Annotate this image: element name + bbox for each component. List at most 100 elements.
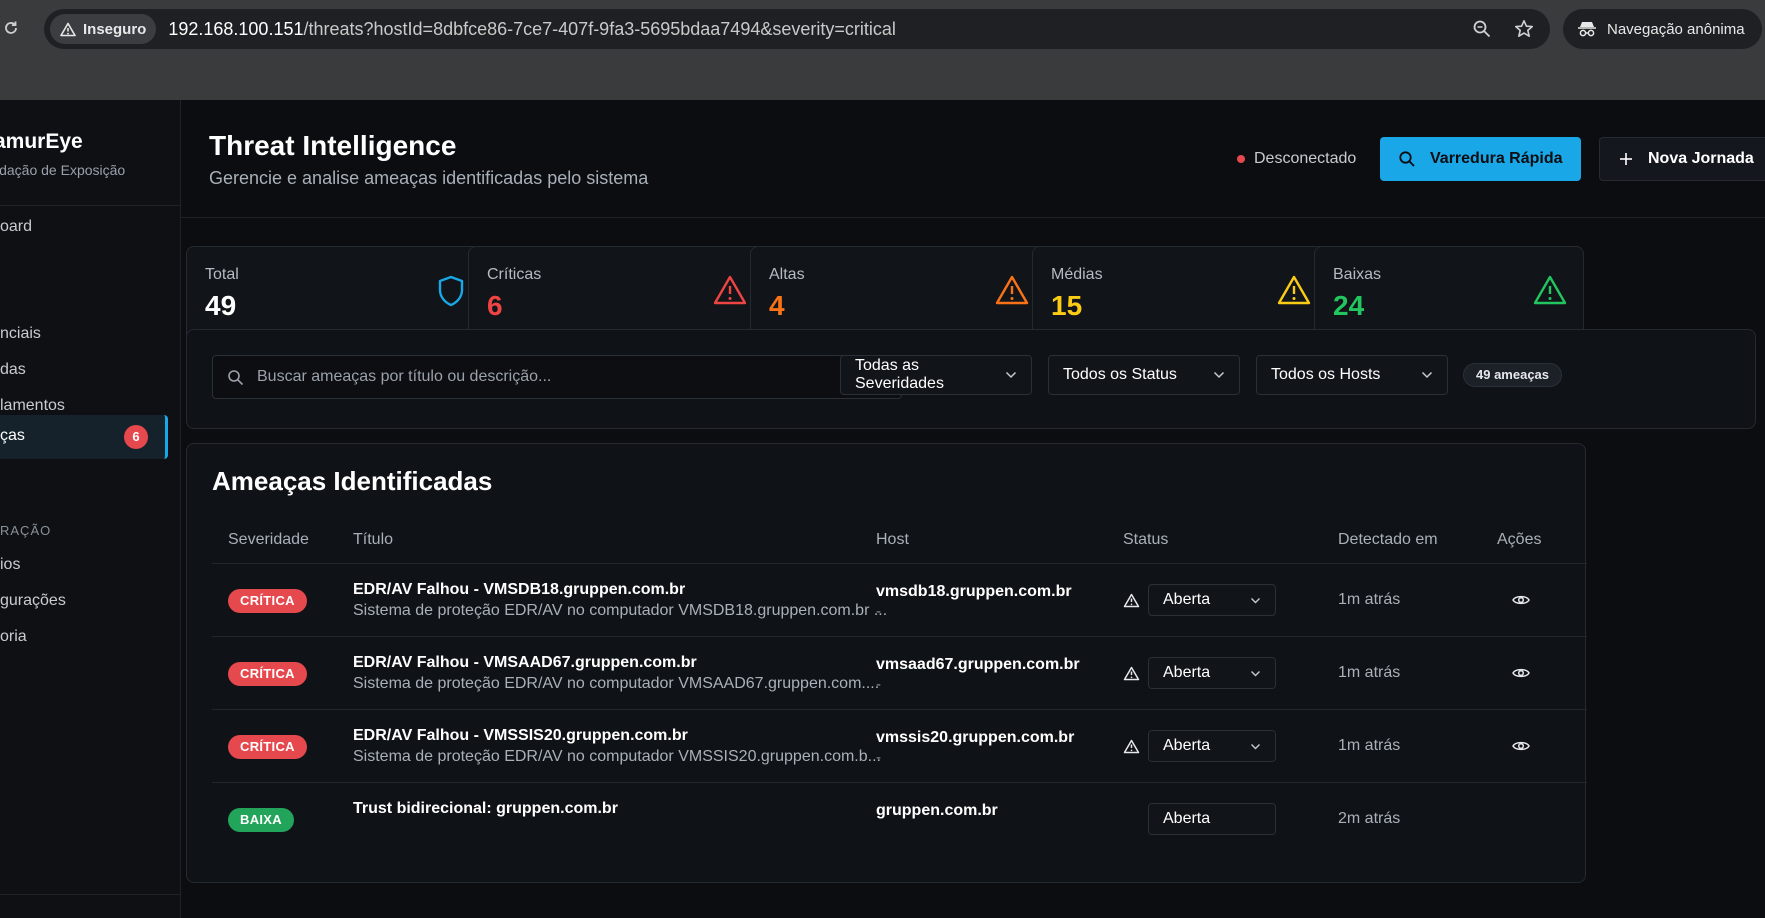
divider	[0, 894, 181, 895]
threat-host: gruppen.com.br	[876, 802, 998, 819]
column-header-severity[interactable]: Severidade	[228, 531, 309, 549]
incognito-icon	[1577, 20, 1597, 38]
brand-subtitle: idação de Exposição	[0, 162, 126, 178]
chevron-down-icon	[1250, 597, 1261, 604]
reload-icon[interactable]	[2, 19, 20, 37]
security-indicator[interactable]: Inseguro	[50, 14, 157, 44]
table-row[interactable]: CRÍTICA EDR/AV Falhou - VMSSIS20.gruppen…	[212, 710, 1587, 783]
new-journey-button[interactable]: Nova Jornada	[1599, 137, 1765, 181]
quick-scan-button[interactable]: Varredura Rápida	[1380, 137, 1581, 181]
sidebar-item-schedules[interactable]: lamentos	[0, 397, 65, 415]
sidebar-section-admin: RAÇÃO	[0, 523, 52, 538]
threat-title[interactable]: EDR/AV Falhou - VMSAAD67.gruppen.com.br	[353, 654, 697, 672]
detected-time: 1m atrás	[1338, 664, 1401, 681]
connection-status-label: Desconectado	[1254, 150, 1357, 167]
detected-time: 2m atrás	[1338, 810, 1401, 827]
threat-title[interactable]: EDR/AV Falhou - VMSDB18.gruppen.com.br	[353, 581, 685, 599]
url-path: /threats?hostId=8dbfce86-7ce7-407f-9fa3-…	[303, 18, 896, 39]
stat-label: Altas	[769, 266, 805, 283]
threat-host-sub: -	[876, 749, 881, 766]
severity-badge: BAIXA	[228, 808, 294, 832]
column-header-detected[interactable]: Detectado em	[1338, 531, 1438, 549]
detected-time: 1m atrás	[1338, 737, 1401, 754]
chevron-down-icon	[1213, 371, 1225, 379]
sidebar-item-settings[interactable]: gurações	[0, 592, 66, 610]
zoom-icon[interactable]	[1472, 19, 1492, 39]
status-dropdown[interactable]: Aberta	[1148, 803, 1276, 835]
threat-title[interactable]: Trust bidirecional: gruppen.com.br	[353, 800, 618, 818]
severity-filter-dropdown[interactable]: Todas as Severidades	[840, 355, 1032, 395]
threat-host: vmssis20.gruppen.com.br	[876, 729, 1075, 746]
host-filter-dropdown[interactable]: Todos os Hosts	[1256, 355, 1448, 395]
status-dropdown[interactable]: Aberta	[1148, 584, 1276, 616]
sidebar-item-threats[interactable]: ças 6	[0, 415, 168, 459]
quick-scan-label: Varredura Rápida	[1430, 150, 1563, 167]
shield-icon	[437, 275, 465, 307]
status-value: Aberta	[1163, 737, 1211, 754]
brand[interactable]: amurEye idação de Exposição	[0, 130, 125, 178]
stat-label: Baixas	[1333, 266, 1382, 283]
divider	[181, 217, 1765, 218]
stat-value: 6	[487, 290, 503, 321]
status-value: Aberta	[1163, 810, 1211, 827]
severity-badge: CRÍTICA	[228, 735, 307, 759]
search-icon	[227, 369, 244, 386]
chevron-down-icon	[1250, 743, 1261, 750]
alert-triangle-icon	[1277, 275, 1311, 305]
incognito-indicator[interactable]: Navegação anônima	[1563, 9, 1762, 49]
alert-triangle-icon	[1123, 739, 1140, 754]
column-header-status[interactable]: Status	[1123, 531, 1168, 549]
stat-card-low: Baixas 24	[1314, 246, 1584, 342]
sidebar-item-credentials[interactable]: nciais	[0, 325, 41, 343]
severity-badge: CRÍTICA	[228, 662, 307, 686]
column-header-title[interactable]: Título	[353, 531, 393, 549]
search-icon	[1398, 150, 1416, 168]
stat-value: 4	[769, 290, 785, 321]
view-eye-icon[interactable]	[1512, 740, 1530, 752]
status-filter-dropdown[interactable]: Todos os Status	[1048, 355, 1240, 395]
view-eye-icon[interactable]	[1512, 594, 1530, 606]
insecure-label: Inseguro	[83, 20, 147, 38]
severity-filter-value: Todas as Severidades	[855, 357, 944, 392]
host-filter-value: Todos os Hosts	[1271, 366, 1381, 383]
status-value: Aberta	[1163, 591, 1211, 608]
stat-label: Críticas	[487, 266, 542, 283]
sidebar-item-users[interactable]: ios	[0, 556, 20, 574]
url-text[interactable]: 192.168.100.151/threats?hostId=8dbfce86-…	[168, 19, 896, 40]
threat-description: Sistema de proteção EDR/AV no computador…	[353, 602, 888, 619]
warning-icon	[60, 22, 76, 37]
search-input[interactable]: Buscar ameaças por título ou descrição..…	[212, 355, 902, 399]
browser-toolbar: Inseguro 192.168.100.151/threats?hostId=…	[0, 0, 1765, 100]
table-row[interactable]: CRÍTICA EDR/AV Falhou - VMSDB18.gruppen.…	[212, 564, 1587, 637]
threat-description: Sistema de proteção EDR/AV no computador…	[353, 675, 880, 692]
status-dropdown[interactable]: Aberta	[1148, 657, 1276, 689]
chevron-down-icon	[1250, 670, 1261, 677]
threat-host-sub: -	[876, 603, 881, 620]
threat-title[interactable]: EDR/AV Falhou - VMSSIS20.gruppen.com.br	[353, 727, 688, 745]
sidebar-item-label: ças	[0, 427, 25, 444]
column-header-actions: Ações	[1497, 531, 1542, 548]
sidebar-item-journeys[interactable]: das	[0, 361, 26, 379]
threat-host-sub: -	[876, 676, 881, 693]
threat-count-badge: 49 ameaças	[1463, 363, 1563, 387]
status-dropdown[interactable]: Aberta	[1148, 730, 1276, 762]
divider	[0, 205, 181, 206]
status-value: Aberta	[1163, 664, 1211, 681]
stat-value: 24	[1333, 290, 1365, 321]
view-eye-icon[interactable]	[1512, 667, 1530, 679]
main-content: Threat Intelligence Gerencie e analise a…	[181, 100, 1765, 918]
threat-description: Sistema de proteção EDR/AV no computador…	[353, 748, 881, 765]
table-row[interactable]: BAIXA Trust bidirecional: gruppen.com.br…	[212, 783, 1587, 856]
address-bar[interactable]: Inseguro 192.168.100.151/threats?hostId=…	[44, 9, 1550, 49]
threats-table-card: Ameaças Identificadas Severidade Título …	[186, 443, 1587, 883]
sidebar-item-dashboard[interactable]: oard	[0, 218, 32, 236]
sidebar-item-audit[interactable]: oria	[0, 628, 27, 646]
column-header-host[interactable]: Host	[876, 531, 909, 549]
page-title: Threat Intelligence	[209, 130, 457, 161]
detected-time: 1m atrás	[1338, 591, 1401, 608]
stat-value: 15	[1051, 290, 1083, 321]
alert-triangle-icon	[1123, 666, 1140, 681]
table-row[interactable]: CRÍTICA EDR/AV Falhou - VMSAAD67.gruppen…	[212, 637, 1587, 710]
bookmark-star-icon[interactable]	[1514, 19, 1534, 39]
stat-label: Total	[205, 266, 239, 283]
